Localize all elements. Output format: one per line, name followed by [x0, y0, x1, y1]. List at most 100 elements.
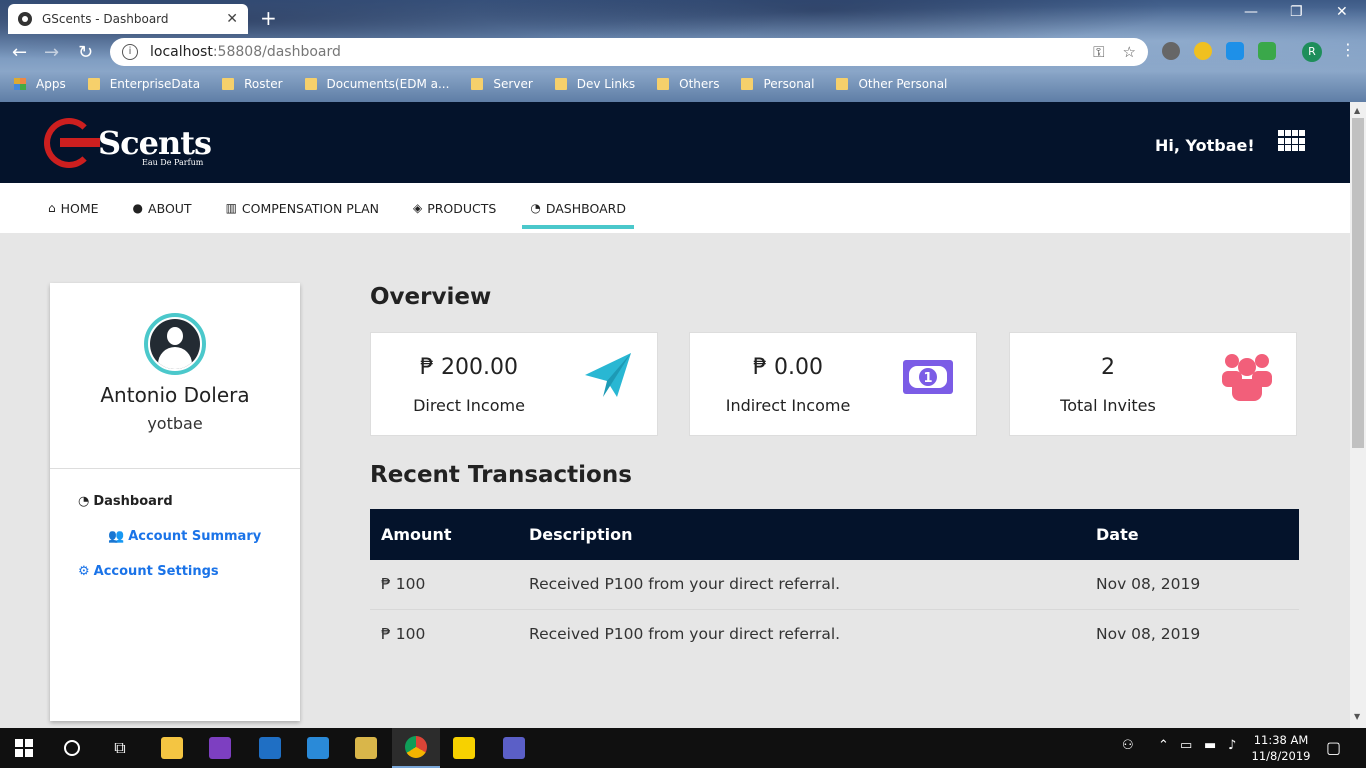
nav-compensation-plan[interactable]: ▥ COMPENSATION PLAN: [226, 183, 379, 233]
column-header-date: Date: [1085, 509, 1299, 560]
folder-icon: [87, 78, 100, 90]
bookmark-enterprisedata[interactable]: EnterpriseData: [87, 77, 200, 91]
tags-icon: ◈: [412, 201, 423, 215]
taskbar-sticky-notes[interactable]: [440, 728, 488, 768]
volume-icon[interactable]: ♪: [1228, 738, 1236, 753]
stat-card-total-invites: 2 Total Invites: [1009, 332, 1297, 436]
key-icon[interactable]: ⚿: [1093, 43, 1104, 61]
bookmark-others[interactable]: Others: [657, 77, 719, 91]
bookmark-documents[interactable]: Documents(EDM a...: [304, 77, 449, 91]
cell-date: Nov 08, 2019: [1096, 624, 1201, 643]
nav-products[interactable]: ◈ PRODUCTS: [413, 183, 496, 233]
minimize-icon[interactable]: —: [1244, 4, 1258, 20]
table-header-row: Amount Description Date: [370, 509, 1299, 560]
logo-subtext: Eau De Parfum: [142, 158, 204, 167]
address-bar[interactable]: i localhost :58808/dashboard ⚿ ☆: [110, 38, 1148, 66]
taskbar-clock[interactable]: 11:38 AM 11/8/2019: [1248, 732, 1314, 764]
extension-lock-icon[interactable]: [1258, 42, 1276, 60]
task-view-button[interactable]: ⧉: [96, 728, 144, 768]
folder-icon: [836, 78, 849, 90]
gscents-logo[interactable]: Scents Eau De Parfum: [44, 118, 214, 170]
reload-icon[interactable]: ↻: [78, 42, 93, 63]
cell-amount: ₱ 100: [370, 560, 518, 610]
network-icon[interactable]: ▭: [1180, 738, 1192, 753]
overview-title: Overview: [370, 284, 492, 310]
close-tab-icon[interactable]: ✕: [226, 11, 238, 27]
folder-icon: [471, 78, 484, 90]
user-greeting: Hi, Yotbae!: [1155, 136, 1255, 155]
folder-icon: [222, 78, 235, 90]
taskbar-visual-studio[interactable]: [196, 728, 244, 768]
sidebar-item-dashboard[interactable]: ◔ Dashboard: [78, 494, 173, 509]
column-header-amount: Amount: [370, 509, 518, 560]
scroll-up-icon[interactable]: ▲: [1354, 106, 1360, 115]
url-host: localhost: [150, 44, 213, 60]
extension-gear-icon[interactable]: [1162, 42, 1180, 60]
extension-windows-icon[interactable]: [1226, 42, 1244, 60]
taskbar-outlook[interactable]: [246, 728, 294, 768]
profile-avatar[interactable]: R: [1302, 42, 1322, 62]
taskbar-file-explorer[interactable]: [148, 728, 196, 768]
vscode-icon: [307, 737, 329, 759]
bookmark-star-icon[interactable]: ☆: [1123, 43, 1136, 61]
gear-icon: ⚙: [78, 564, 90, 579]
new-tab-button[interactable]: +: [260, 6, 277, 30]
users-icon: [1222, 354, 1272, 401]
nav-dashboard[interactable]: ◔ DASHBOARD: [522, 183, 634, 233]
nav-about[interactable]: ● ABOUT: [133, 183, 192, 233]
bookmark-roster[interactable]: Roster: [222, 77, 283, 91]
sidebar-item-account-summary[interactable]: 👥 Account Summary: [108, 529, 261, 544]
sticky-notes-icon: [453, 737, 475, 759]
notifications-icon[interactable]: ▢: [1326, 738, 1341, 757]
apps-menu-icon[interactable]: [1278, 130, 1306, 152]
browser-tab[interactable]: GScents - Dashboard ✕: [8, 4, 248, 34]
forward-icon[interactable]: →: [44, 42, 59, 63]
logo-text: Scents: [98, 124, 212, 162]
folder-icon: [161, 737, 183, 759]
bar-chart-icon: ▥: [225, 201, 237, 215]
restore-icon[interactable]: ❐: [1290, 4, 1303, 20]
url-path: :58808/dashboard: [212, 44, 341, 60]
windows-logo-icon: [15, 739, 33, 757]
browser-menu-icon[interactable]: ⋮: [1340, 40, 1356, 59]
windows-taskbar: ⧉ ⚇ ⌃ ▭ ▬ ♪ 11:38 AM 11/8/2019 ▢: [0, 728, 1366, 768]
search-button[interactable]: [48, 728, 96, 768]
bookmarks-bar: Apps EnterpriseData Roster Documents(EDM…: [0, 72, 1366, 96]
bookmark-server[interactable]: Server: [471, 77, 533, 91]
home-icon: ⌂: [48, 201, 56, 215]
start-button[interactable]: [0, 728, 48, 768]
sidebar-item-account-settings[interactable]: ⚙ Account Settings: [78, 564, 219, 579]
taskbar-chrome[interactable]: [392, 728, 440, 768]
show-hidden-icons-icon[interactable]: ⌃: [1158, 738, 1169, 753]
bookmark-other-personal[interactable]: Other Personal: [836, 77, 947, 91]
bookmark-personal[interactable]: Personal: [741, 77, 814, 91]
taskbar-vscode[interactable]: [294, 728, 342, 768]
scrollbar-thumb[interactable]: [1352, 118, 1364, 448]
taskbar-teams[interactable]: [490, 728, 538, 768]
page-scrollbar[interactable]: ▲ ▼: [1350, 102, 1366, 728]
scroll-down-icon[interactable]: ▼: [1354, 712, 1360, 721]
folder-icon: [304, 78, 317, 90]
chrome-icon: [405, 736, 427, 758]
cell-description: Received P100 from your direct referral.: [518, 560, 1085, 610]
folder-icon: [554, 78, 567, 90]
window-close-icon[interactable]: ✕: [1336, 4, 1348, 20]
profile-username: yotbae: [147, 414, 203, 433]
outlook-icon: [259, 737, 281, 759]
folder-icon: [657, 78, 670, 90]
total-invites-value: 2: [1101, 355, 1115, 380]
bookmark-apps[interactable]: Apps: [14, 77, 66, 91]
profile-sidebar: Antonio Dolera yotbae ◔ Dashboard 👥 Accoun…: [50, 283, 300, 721]
taskbar-tool[interactable]: [342, 728, 390, 768]
people-icon[interactable]: ⚇: [1122, 738, 1134, 753]
bookmark-dev-links[interactable]: Dev Links: [554, 77, 635, 91]
favicon-icon: [18, 12, 32, 26]
nav-home[interactable]: ⌂ HOME: [48, 183, 99, 233]
cell-description: Received P100 from your direct referral.: [529, 624, 841, 643]
back-icon[interactable]: ←: [12, 42, 27, 63]
battery-icon[interactable]: ▬: [1204, 738, 1216, 753]
extension-smiley-icon[interactable]: [1194, 42, 1212, 60]
site-info-icon[interactable]: i: [122, 44, 138, 60]
direct-income-value: ₱ 200.00: [420, 355, 518, 380]
dashboard-icon: ◔: [78, 494, 90, 509]
